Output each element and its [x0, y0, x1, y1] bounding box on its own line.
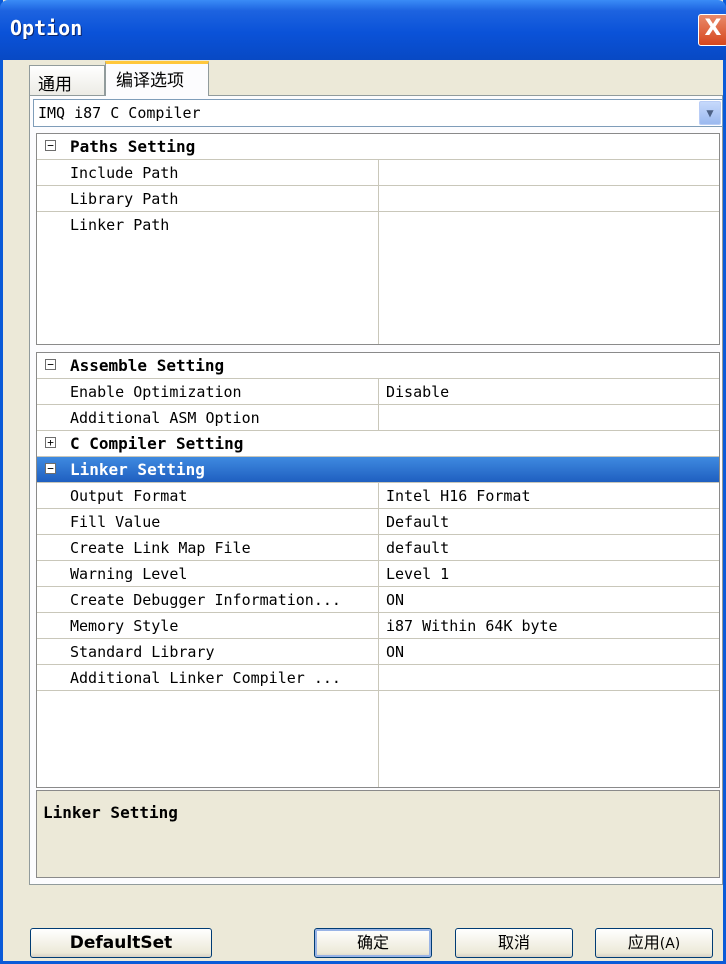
property-value[interactable]: i87 Within 64K byte	[386, 617, 558, 635]
collapse-icon[interactable]: −	[45, 140, 56, 151]
property-key: Memory Style	[70, 617, 179, 635]
option-dialog: Option X 通用 编译选项 IMQ i87 C Compiler ▼ − …	[0, 0, 726, 964]
tab-compile-options[interactable]: 编译选项	[105, 61, 209, 96]
property-row-output-format[interactable]: Output Format Intel H16 Format	[37, 483, 719, 509]
property-key: Output Format	[70, 487, 188, 505]
property-value[interactable]: Default	[386, 513, 449, 531]
cancel-button[interactable]: 取消	[455, 928, 573, 958]
property-row-memory-style[interactable]: Memory Style i87 Within 64K byte	[37, 613, 719, 639]
property-value[interactable]: Intel H16 Format	[386, 487, 531, 505]
property-key: Library Path	[70, 190, 179, 208]
dropdown-button[interactable]: ▼	[699, 101, 721, 125]
defaultset-button[interactable]: DefaultSet	[30, 928, 212, 958]
category-assemble-setting[interactable]: − Assemble Setting	[37, 353, 719, 379]
collapse-icon[interactable]: −	[45, 359, 56, 370]
property-row-warning-level[interactable]: Warning Level Level 1	[37, 561, 719, 587]
property-row-linker-path[interactable]: Linker Path	[37, 212, 719, 238]
property-key: Create Debugger Information...	[70, 591, 341, 609]
close-button[interactable]: X	[698, 14, 726, 46]
property-row-create-debugger-information[interactable]: Create Debugger Information... ON	[37, 587, 719, 613]
apply-accelerator: (A)	[659, 936, 681, 952]
compiler-select-value: IMQ i87 C Compiler	[38, 104, 201, 122]
title-bar[interactable]: Option X	[0, 0, 726, 60]
ok-button[interactable]: 确定	[314, 928, 432, 958]
tab-general-label: 通用	[38, 75, 72, 95]
property-key: Standard Library	[70, 643, 215, 661]
apply-button[interactable]: 应用(A)	[595, 928, 713, 958]
property-key: Additional ASM Option	[70, 409, 260, 427]
category-c-compiler-setting[interactable]: + C Compiler Setting	[37, 431, 719, 457]
category-paths-setting[interactable]: − Paths Setting	[37, 134, 719, 160]
property-key: Warning Level	[70, 565, 188, 583]
tab-compile-options-label: 编译选项	[116, 71, 184, 91]
compiler-select[interactable]: IMQ i87 C Compiler ▼	[33, 99, 723, 127]
settings-property-grid: − Assemble Setting Enable Optimization D…	[36, 352, 720, 788]
property-value[interactable]: Disable	[386, 383, 449, 401]
category-label: Linker Setting	[70, 460, 205, 479]
property-key: Linker Path	[70, 216, 170, 234]
expand-icon[interactable]: +	[45, 437, 56, 448]
tab-general[interactable]: 通用	[29, 65, 105, 95]
property-key: Additional Linker Compiler ...	[70, 669, 341, 687]
category-label: C Compiler Setting	[70, 434, 244, 453]
property-value[interactable]: Level 1	[386, 565, 449, 583]
paths-property-grid: − Paths Setting Include Path Library Pat…	[36, 133, 720, 345]
category-label: Assemble Setting	[70, 356, 225, 375]
ok-label: 确定	[356, 933, 389, 952]
property-row-library-path[interactable]: Library Path	[37, 186, 719, 212]
property-row-enable-optimization[interactable]: Enable Optimization Disable	[37, 379, 719, 405]
property-key: Fill Value	[70, 513, 161, 531]
collapse-icon[interactable]: −	[45, 463, 56, 474]
property-row-additional-asm-option[interactable]: Additional ASM Option	[37, 405, 719, 431]
property-value[interactable]: ON	[386, 591, 404, 609]
chevron-down-icon: ▼	[706, 106, 714, 120]
cancel-label: 取消	[497, 933, 530, 952]
description-panel: Linker Setting	[36, 790, 720, 878]
description-title: Linker Setting	[43, 803, 178, 822]
property-row-standard-library[interactable]: Standard Library ON	[37, 639, 719, 665]
property-key: Enable Optimization	[70, 383, 242, 401]
property-value[interactable]: ON	[386, 643, 404, 661]
property-key: Include Path	[70, 164, 179, 182]
property-row-include-path[interactable]: Include Path	[37, 160, 719, 186]
defaultset-label: DefaultSet	[69, 933, 173, 953]
property-value[interactable]: default	[386, 539, 449, 557]
window-title: Option	[10, 16, 83, 40]
category-label: Paths Setting	[70, 137, 196, 156]
category-linker-setting[interactable]: − Linker Setting	[37, 457, 719, 483]
property-row-create-link-map-file[interactable]: Create Link Map File default	[37, 535, 719, 561]
property-row-fill-value[interactable]: Fill Value Default	[37, 509, 719, 535]
property-key: Create Link Map File	[70, 539, 251, 557]
close-icon: X	[704, 16, 722, 41]
apply-label: 应用	[627, 933, 660, 952]
property-row-additional-linker-compiler[interactable]: Additional Linker Compiler ...	[37, 665, 719, 691]
